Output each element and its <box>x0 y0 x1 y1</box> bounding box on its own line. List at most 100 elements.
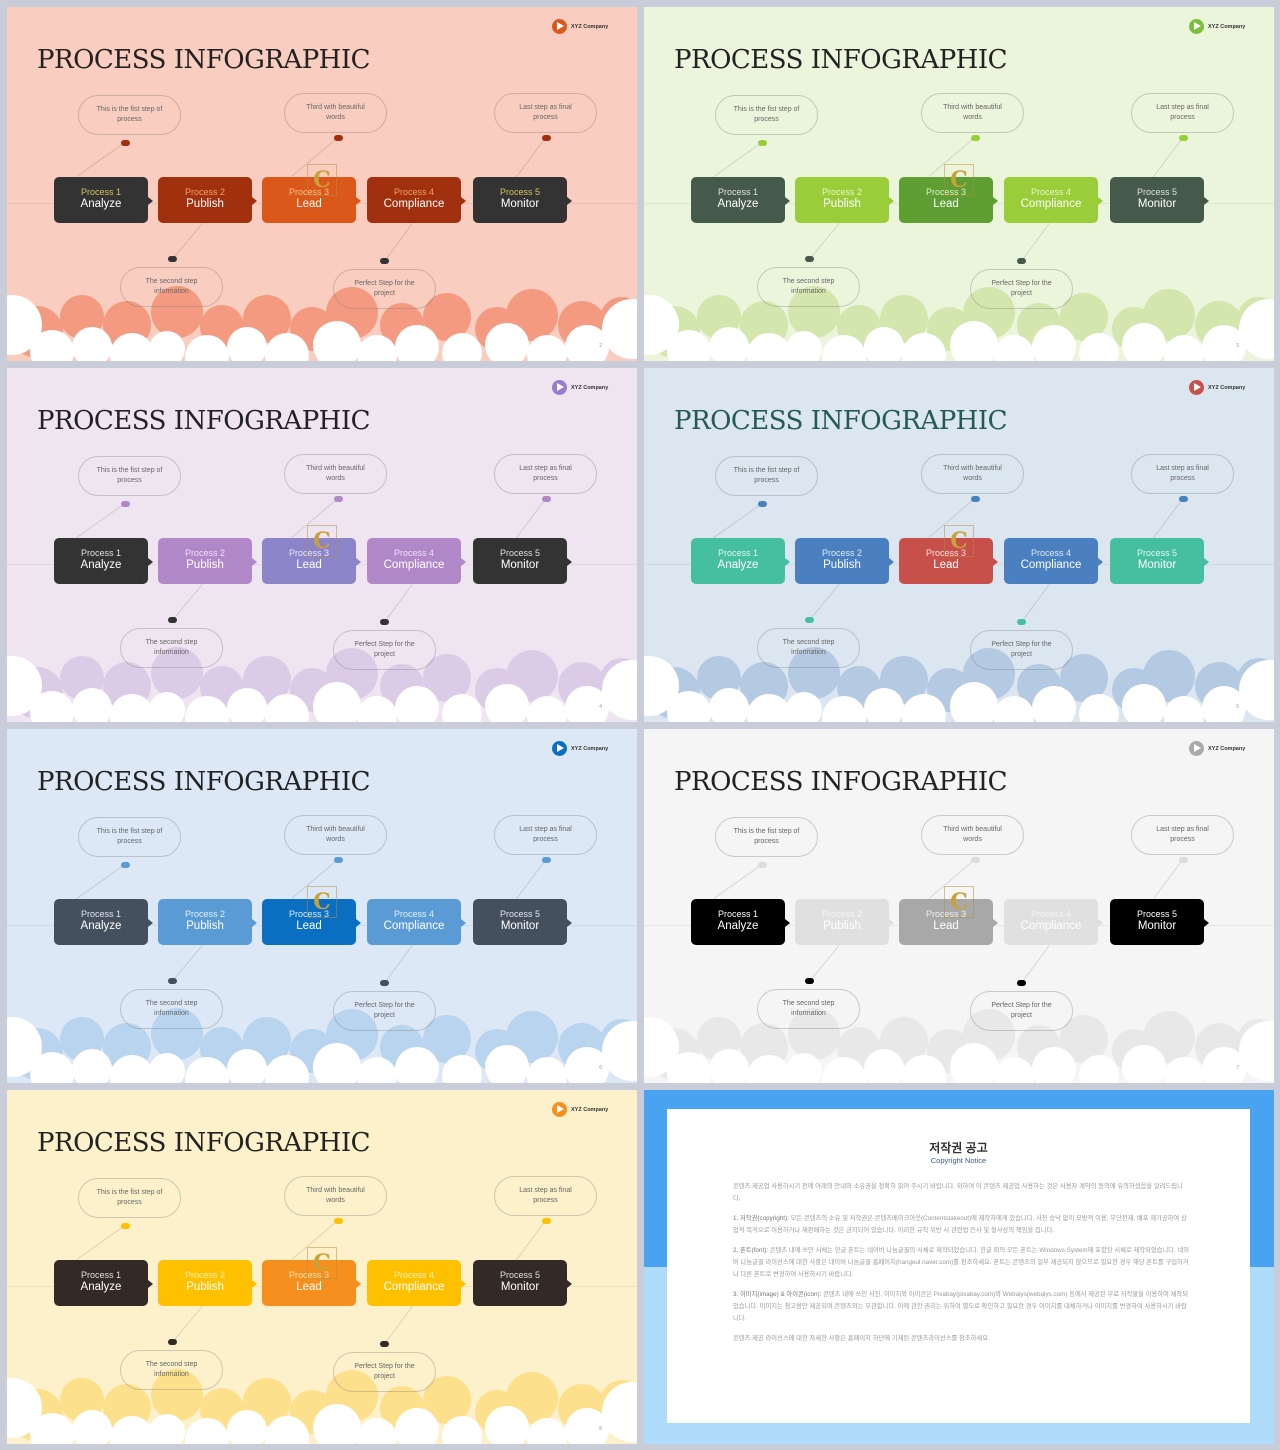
process-step-4[interactable]: Process 4 Compliance <box>1004 538 1103 584</box>
callout-dot <box>1179 857 1188 863</box>
callout-bottom: The second step information <box>120 628 223 668</box>
callout-bottom: The second step information <box>757 628 860 668</box>
watermark-logo: C <box>307 886 337 918</box>
slide-2[interactable]: PROCESS INFOGRAPHIC XYZ Company Process 1A… <box>7 7 637 361</box>
callout-dot <box>542 1218 551 1224</box>
watermark-logo: C <box>944 164 974 196</box>
callout-dot <box>758 140 767 146</box>
process-name: Publish <box>823 920 861 932</box>
callout-top: This is the fist step of process <box>715 817 818 857</box>
slide-7[interactable]: PROCESS INFOGRAPHIC XYZ Company Process 1A… <box>644 729 1274 1083</box>
callout-top: Third with beautiful words <box>284 454 387 494</box>
callout-dot <box>334 496 343 502</box>
process-step-1[interactable]: Process 1 Analyze <box>54 177 153 223</box>
callout-dot <box>168 1339 177 1345</box>
callout-dot <box>334 135 343 141</box>
section-text: 모든 콘텐츠의 소유 및 저작권은 콘텐츠메이크아웃(Contentstakeo… <box>733 1214 1187 1234</box>
callout-dot <box>334 1218 343 1224</box>
process-label: Process 4 <box>393 548 435 558</box>
callout-top: Third with beautiful words <box>284 93 387 133</box>
process-name: Compliance <box>383 920 445 932</box>
process-step-2[interactable]: Process 2 Publish <box>158 899 257 945</box>
process-step-5[interactable]: Process 5 Monitor <box>473 899 572 945</box>
slide-5[interactable]: PROCESS INFOGRAPHIC XYZ Company Process 1A… <box>644 368 1274 722</box>
process-step-1[interactable]: Process 1 Analyze <box>54 899 153 945</box>
process-label: Process 2 <box>821 548 863 558</box>
copyright-section: 3. 이미지(image) & 아이콘(icon): 콘텐츠 내에 쓰인 사진,… <box>733 1289 1190 1325</box>
process-step-4[interactable]: Process 4 Compliance <box>367 538 466 584</box>
section-head: 3. 이미지(image) & 아이콘(icon): <box>733 1290 822 1298</box>
callout-dot <box>1179 135 1188 141</box>
process-label: Process 5 <box>499 1270 541 1280</box>
process-name: Publish <box>186 1281 224 1293</box>
callout-dot <box>971 135 980 141</box>
process-step-4[interactable]: Process 4 Compliance <box>1004 177 1103 223</box>
process-step-5[interactable]: Process 5 Monitor <box>473 1260 572 1306</box>
process-label: Process 4 <box>393 1270 435 1280</box>
callout-top: This is the fist step of process <box>78 1178 181 1218</box>
process-step-2[interactable]: Process 2 Publish <box>158 1260 257 1306</box>
callout-bottom: The second step information <box>757 989 860 1029</box>
page-number: 5 <box>1236 704 1239 710</box>
process-step-4[interactable]: Process 4 Compliance <box>367 1260 466 1306</box>
callout-dot <box>542 496 551 502</box>
copyright-section: 2. 폰트(font): 콘텐츠 내에 쓰인 서체는 한글 폰트는 네이버 나눔… <box>733 1245 1190 1281</box>
watermark-logo: C <box>944 525 974 557</box>
callout-bottom: Perfect Step for the project <box>970 630 1073 670</box>
process-label: Process 1 <box>80 909 122 919</box>
process-name: Compliance <box>1020 920 1082 932</box>
process-label: Process 1 <box>717 909 759 919</box>
process-step-2[interactable]: Process 2 Publish <box>795 177 894 223</box>
watermark-logo: C <box>307 164 337 196</box>
slide-3[interactable]: PROCESS INFOGRAPHIC XYZ Company Process 1A… <box>644 7 1274 361</box>
process-step-5[interactable]: Process 5 Monitor <box>473 177 572 223</box>
callout-dot <box>1017 258 1026 264</box>
callout-dot <box>542 857 551 863</box>
callout-top: Third with beautiful words <box>921 815 1024 855</box>
callout-dot <box>168 978 177 984</box>
process-step-4[interactable]: Process 4 Compliance <box>1004 899 1103 945</box>
slide-8[interactable]: PROCESS INFOGRAPHIC XYZ Company Process 1A… <box>7 1090 637 1444</box>
process-name: Lead <box>933 920 959 932</box>
process-label: Process 2 <box>821 187 863 197</box>
process-name: Monitor <box>1137 198 1177 210</box>
process-name: Lead <box>933 559 959 571</box>
callout-top: This is the fist step of process <box>715 95 818 135</box>
process-name: Monitor <box>500 198 540 210</box>
process-step-4[interactable]: Process 4 Compliance <box>367 177 466 223</box>
process-step-4[interactable]: Process 4 Compliance <box>367 899 466 945</box>
process-label: Process 1 <box>717 187 759 197</box>
process-label: Process 4 <box>393 187 435 197</box>
process-step-5[interactable]: Process 5 Monitor <box>473 538 572 584</box>
slide-copyright-notice[interactable]: 저작권 공고 Copyright Notice 콘텐츠 제공업 사용하시기 전에… <box>644 1090 1274 1444</box>
process-label: Process 5 <box>499 548 541 558</box>
process-step-2[interactable]: Process 2 Publish <box>795 899 894 945</box>
process-step-1[interactable]: Process 1 Analyze <box>691 899 790 945</box>
copyright-page: 저작권 공고 Copyright Notice 콘텐츠 제공업 사용하시기 전에… <box>667 1109 1250 1423</box>
process-step-1[interactable]: Process 1 Analyze <box>54 538 153 584</box>
slide-4[interactable]: PROCESS INFOGRAPHIC XYZ Company Process 1A… <box>7 368 637 722</box>
callout-bottom: The second step information <box>120 1350 223 1390</box>
process-name: Compliance <box>1020 559 1082 571</box>
process-name: Publish <box>823 559 861 571</box>
page-number: 2 <box>599 343 602 349</box>
process-name: Analyze <box>80 198 122 210</box>
process-name: Lead <box>296 559 322 571</box>
process-name: Compliance <box>383 198 445 210</box>
process-step-5[interactable]: Process 5 Monitor <box>1110 538 1209 584</box>
callout-bottom: Perfect Step for the project <box>333 269 436 309</box>
process-step-2[interactable]: Process 2 Publish <box>795 538 894 584</box>
process-step-5[interactable]: Process 5 Monitor <box>1110 177 1209 223</box>
section-text: 콘텐츠 내에 쓰인 서체는 한글 폰트는 네이버 나눔글꼴의 서체로 제작되었습… <box>733 1246 1190 1278</box>
process-step-1[interactable]: Process 1 Analyze <box>54 1260 153 1306</box>
process-step-5[interactable]: Process 5 Monitor <box>1110 899 1209 945</box>
process-label: Process 4 <box>393 909 435 919</box>
watermark-logo: C <box>944 886 974 918</box>
process-step-1[interactable]: Process 1 Analyze <box>691 177 790 223</box>
process-step-1[interactable]: Process 1 Analyze <box>691 538 790 584</box>
slide-6[interactable]: PROCESS INFOGRAPHIC XYZ Company Process 1A… <box>7 729 637 1083</box>
process-step-2[interactable]: Process 2 Publish <box>158 177 257 223</box>
process-name: Analyze <box>80 559 122 571</box>
process-step-2[interactable]: Process 2 Publish <box>158 538 257 584</box>
process-name: Analyze <box>80 1281 122 1293</box>
